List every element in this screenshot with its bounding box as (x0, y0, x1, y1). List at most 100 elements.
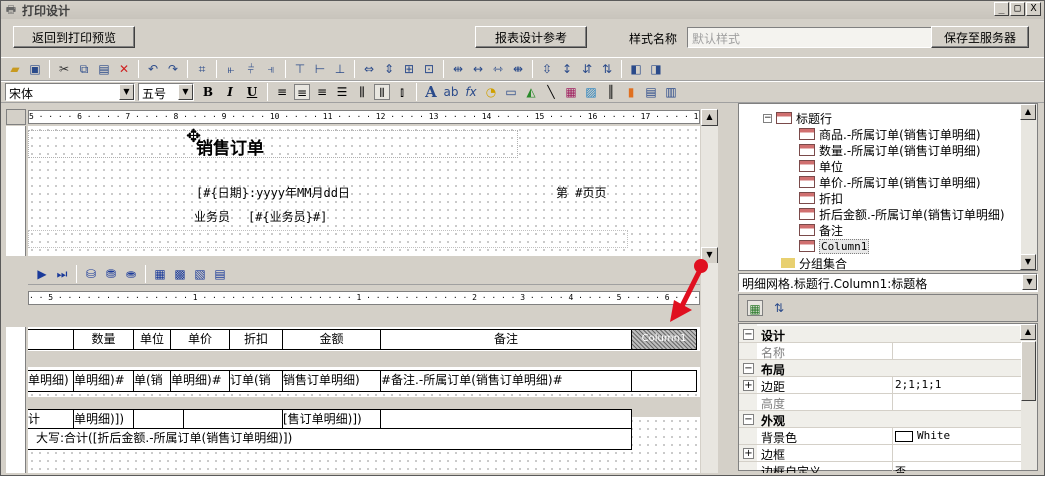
picture-icon[interactable]: ▨ (583, 84, 599, 100)
prop-category-design[interactable]: − 设计 (739, 326, 1022, 343)
detail-cell[interactable]: 单明细) (28, 370, 74, 392)
tree-item[interactable]: 单价.-所属订单(销售订单明细) (799, 174, 981, 190)
prop-row-height[interactable]: 高度 (739, 394, 1022, 411)
close-button[interactable]: X (1026, 2, 1041, 16)
text-vcenter-icon[interactable]: ⦀ (374, 84, 390, 100)
header-cell[interactable]: 单价 (170, 329, 230, 350)
font-size-combo[interactable]: 五号 ▼ (138, 83, 194, 101)
barcode-icon[interactable]: ║ (603, 84, 619, 100)
prop-value[interactable]: 否 (895, 463, 906, 473)
bring-front-icon[interactable]: ◧ (628, 61, 644, 77)
align-left-icon[interactable]: ⫦ (223, 61, 239, 77)
grid-layout-icon[interactable]: ▤ (212, 266, 228, 282)
align-middle-icon[interactable]: ⊢ (312, 61, 328, 77)
align-top-icon[interactable]: ⊤ (292, 61, 308, 77)
back-to-preview-button[interactable]: 返回到打印预览 (13, 26, 135, 48)
memo-icon[interactable]: ▭ (503, 84, 519, 100)
detail-cell[interactable]: 销售订单明细) (282, 370, 381, 392)
detail-cell[interactable] (631, 370, 697, 392)
rich-text-icon[interactable]: ▦ (563, 84, 579, 100)
static-text-icon[interactable]: A (423, 84, 439, 100)
sort-alpha-icon[interactable]: ⇅ (771, 300, 787, 316)
cut-icon[interactable]: ✂ (56, 61, 72, 77)
scroll-thumb[interactable] (1021, 341, 1036, 401)
style-name-input[interactable]: 默认样式 (687, 27, 933, 48)
expand-icon[interactable]: + (743, 380, 754, 391)
footer-cell[interactable]: 计 (28, 409, 74, 429)
header-cell[interactable]: 单位 (133, 329, 171, 350)
save-to-server-button[interactable]: 保存至服务器 (931, 26, 1029, 48)
collapse-icon[interactable]: − (743, 329, 754, 340)
underline-button[interactable]: U (242, 83, 262, 101)
hspace-dec-icon[interactable]: ⇿ (490, 61, 506, 77)
text-justify-icon[interactable]: ☰ (334, 84, 350, 100)
play-icon[interactable]: ▶ (34, 266, 50, 282)
prop-row-bgcolor[interactable]: 背景色 White (739, 428, 1022, 445)
grid-col-icon[interactable]: ▦ (152, 266, 168, 282)
report-title[interactable]: 销售订单 (196, 134, 264, 159)
last-icon[interactable]: ⏭ (54, 266, 70, 282)
columns-icon[interactable]: ⛂ (123, 266, 139, 282)
hspace-inc-icon[interactable]: ↔ (470, 61, 486, 77)
text-top-icon[interactable]: ⫼ (354, 84, 370, 100)
column1-header-cell-selected[interactable]: Column1 (631, 329, 697, 350)
same-size-icon[interactable]: ⊞ (401, 61, 417, 77)
same-height-icon[interactable]: ⇕ (381, 61, 397, 77)
title-box[interactable] (28, 130, 518, 158)
grid-row-icon[interactable]: ▩ (172, 266, 188, 282)
grid-size-icon[interactable]: ⊡ (421, 61, 437, 77)
undo-icon[interactable]: ↶ (145, 61, 161, 77)
page-header-band[interactable]: 销售订单 ✥ [#{日期}:yyyy年MM月dd日 第 #页页 业务员 [#{业… (28, 126, 700, 256)
field-box-icon[interactable]: ab (443, 84, 459, 100)
header-cell[interactable]: 数量 (73, 329, 134, 350)
header-cell[interactable]: 金额 (282, 329, 381, 350)
salesman-field[interactable]: [#{业务员}#] (248, 208, 327, 225)
tree-scrollbar[interactable]: ▲ ▼ (1020, 104, 1037, 270)
vspace-equal-icon[interactable]: ⇳ (539, 61, 555, 77)
tree-item[interactable]: 备注 (799, 222, 843, 238)
header-cell[interactable]: 备注 (380, 329, 632, 350)
vspace-remove-icon[interactable]: ⇅ (599, 61, 615, 77)
save-icon[interactable]: ▣ (27, 61, 43, 77)
prop-row-border-custom[interactable]: 边框自定义 否 (739, 462, 1022, 474)
detail-cell[interactable]: 单(销 (133, 370, 171, 392)
tree-item[interactable]: 数量.-所属订单(销售订单明细) (799, 142, 981, 158)
header-cell[interactable] (28, 329, 74, 350)
collapse-icon[interactable]: − (743, 363, 754, 374)
font-combo[interactable]: 宋体 ▼ (5, 83, 135, 101)
detail-cell[interactable]: 单明细)# (170, 370, 230, 392)
vspace-inc-icon[interactable]: ↕ (559, 61, 575, 77)
grid-group-icon[interactable]: ▧ (192, 266, 208, 282)
text-align-center-icon[interactable]: ≡ (294, 84, 310, 100)
chevron-down-icon[interactable]: ▼ (1020, 254, 1036, 270)
detail-cell[interactable]: 单明细)# (73, 370, 134, 392)
footer-cell[interactable]: 单明细)]) (73, 409, 134, 429)
bold-button[interactable]: B (198, 83, 218, 101)
report-design-reference-button[interactable]: 报表设计参考 (475, 26, 587, 48)
chart-icon[interactable]: ▮ (623, 84, 639, 100)
scroll-up-button[interactable]: ▲ (701, 109, 718, 126)
text-align-left-icon[interactable]: ≡ (274, 84, 290, 100)
expand-icon[interactable]: + (743, 448, 754, 459)
collapse-icon[interactable]: − (763, 113, 772, 123)
footer-cell[interactable] (380, 409, 632, 429)
prop-row-margin[interactable]: + 边距 2;1;1;1 (739, 377, 1022, 394)
chevron-up-icon[interactable]: ▲ (1020, 104, 1036, 120)
minimize-button[interactable]: _ (994, 2, 1009, 16)
prop-value[interactable]: 2;1;1;1 (895, 378, 941, 391)
detail-cell[interactable]: #备注.-所属订单(销售订单明细)# (380, 370, 632, 392)
header-cell[interactable]: 折扣 (229, 329, 283, 350)
copy-icon[interactable]: ⧉ (76, 61, 92, 77)
tree-item[interactable]: 单位 (799, 158, 843, 174)
prop-category-layout[interactable]: − 布局 (739, 360, 1022, 377)
formula-icon[interactable]: fx (463, 84, 479, 100)
collapse-icon[interactable]: − (743, 414, 754, 425)
tree-item[interactable]: 折后金额.-所属订单(销售订单明细) (799, 206, 1005, 222)
align-center-icon[interactable]: ⫩ (243, 61, 259, 77)
line-icon[interactable]: ╲ (543, 84, 559, 100)
prop-category-appearance[interactable]: − 外观 (739, 411, 1022, 428)
tree-item[interactable]: 折扣 (799, 190, 843, 206)
footer-cell[interactable]: [售订单明细)]) (282, 409, 381, 429)
detail-cell[interactable]: 订单(销 (229, 370, 283, 392)
system-var-icon[interactable]: ◔ (483, 84, 499, 100)
